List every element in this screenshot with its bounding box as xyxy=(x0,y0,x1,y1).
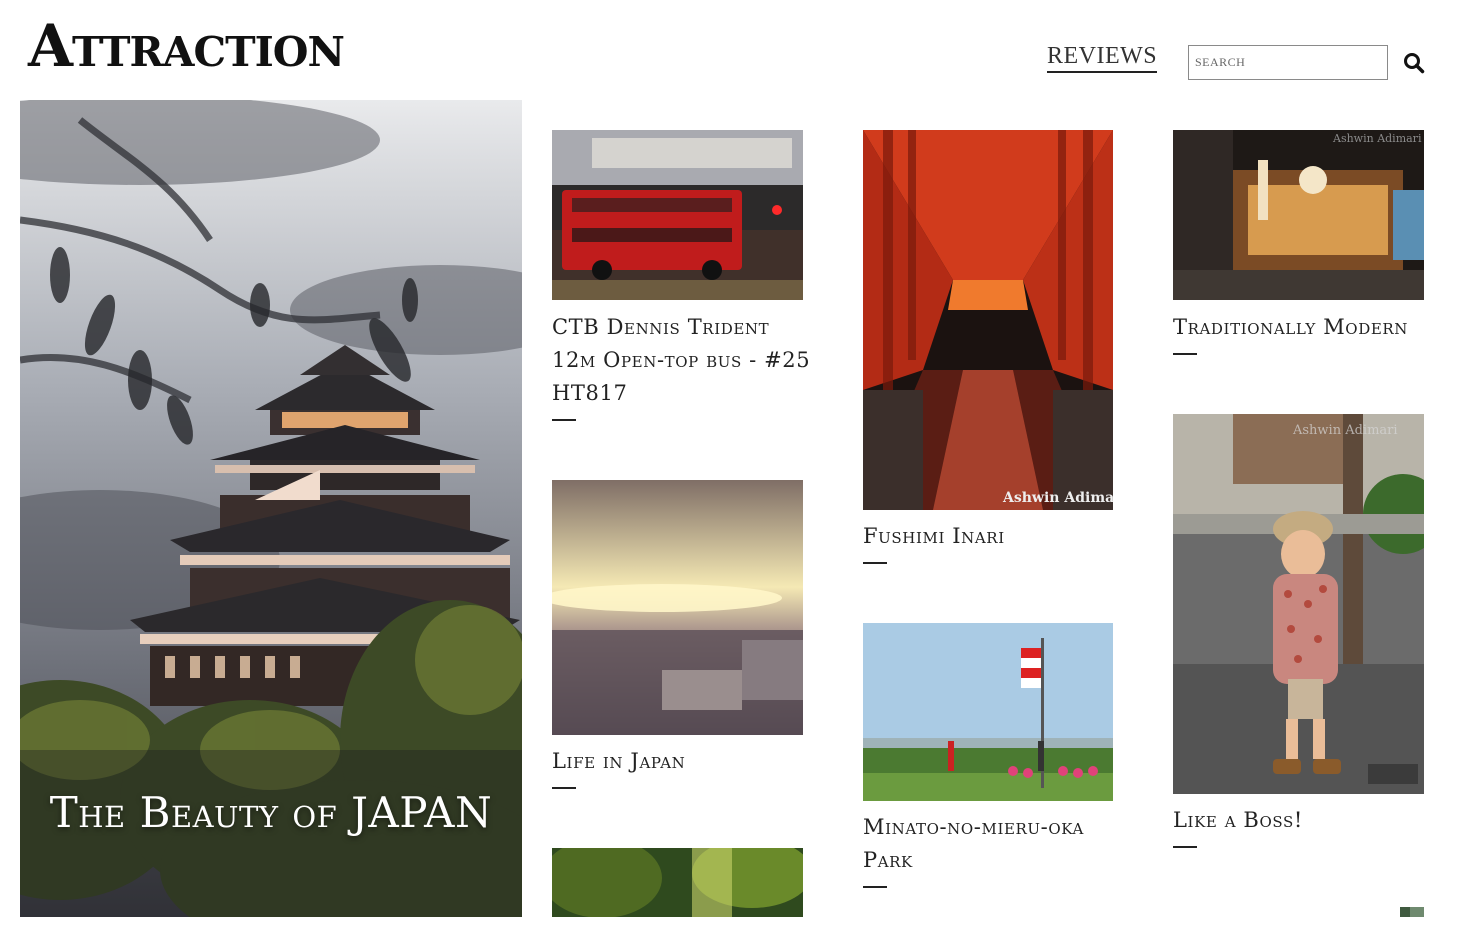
site-logo[interactable]: Attraction xyxy=(28,14,345,78)
card-image-life[interactable] xyxy=(552,480,803,735)
card-image-partial[interactable] xyxy=(1400,907,1424,917)
divider xyxy=(1173,353,1197,355)
watermark-text: Ashwin Adimari xyxy=(1332,132,1422,145)
card-title-life[interactable]: Life in Japan xyxy=(552,745,812,778)
hero-title[interactable]: The Beauty of JAPAN xyxy=(20,788,522,837)
watermark-text: Ashwin Adimari xyxy=(1292,423,1398,438)
card-title-minato[interactable]: Minato-no-mieru-oka Park xyxy=(863,811,1123,877)
nav-reviews-link[interactable]: REVIEWS xyxy=(1047,42,1158,73)
search-input[interactable] xyxy=(1188,45,1388,80)
divider xyxy=(552,787,576,789)
search-icon[interactable] xyxy=(1403,52,1425,74)
card-title-bus[interactable]: CTB Dennis Trident 12m Open-top bus - #2… xyxy=(552,311,812,410)
divider xyxy=(863,562,887,564)
divider xyxy=(863,886,887,888)
card-image-minato[interactable] xyxy=(863,623,1113,801)
divider xyxy=(1173,846,1197,848)
card-image-fushimi[interactable]: Ashwin Adimari xyxy=(863,130,1113,510)
card-title-boss[interactable]: Like a Boss! xyxy=(1173,804,1433,837)
card-title-fushimi[interactable]: Fushimi Inari xyxy=(863,520,1123,553)
card-image-boss[interactable]: Ashwin Adimari xyxy=(1173,414,1424,794)
card-image-trees[interactable] xyxy=(552,848,803,917)
card-image-modern[interactable]: Ashwin Adimari xyxy=(1173,130,1424,300)
hero-feature[interactable]: The Beauty of JAPAN xyxy=(20,100,522,917)
watermark-text: Ashwin Adimari xyxy=(1002,490,1113,506)
card-title-modern[interactable]: Traditionally Modern xyxy=(1173,311,1433,344)
divider xyxy=(552,419,576,421)
card-image-bus[interactable] xyxy=(552,130,803,300)
